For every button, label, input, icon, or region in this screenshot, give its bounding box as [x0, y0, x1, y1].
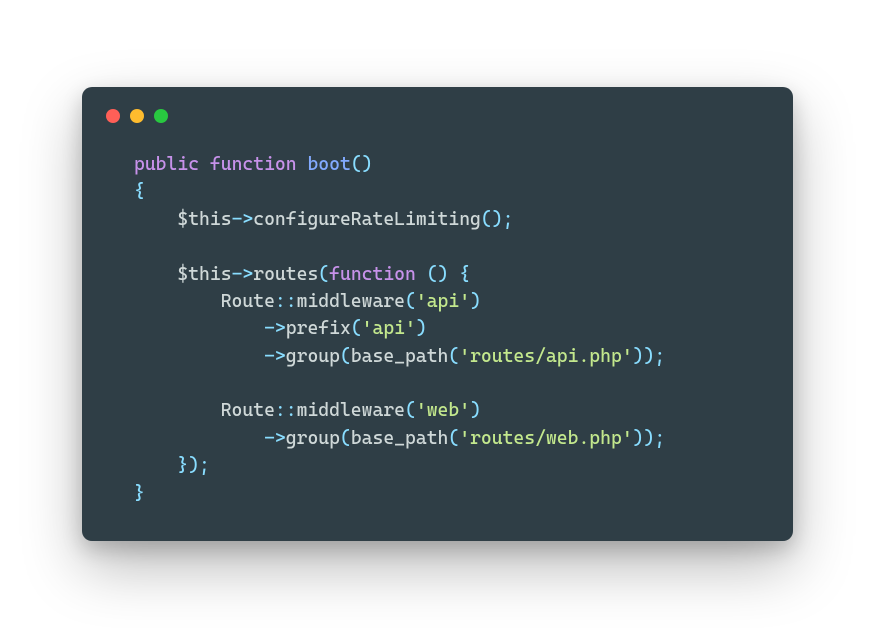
paren-close: ) [492, 209, 503, 230]
paren-open: ( [427, 264, 438, 285]
brace-close: } [134, 483, 145, 504]
close-icon[interactable] [106, 109, 120, 123]
arrow-op: -> [264, 346, 286, 367]
string-routes-api: routes/api.php [470, 346, 622, 367]
paren-open: ( [481, 209, 492, 230]
brace-open: { [134, 181, 145, 202]
paren-open: ( [340, 428, 351, 449]
semicolon: ; [503, 209, 514, 230]
arrow-op: -> [264, 318, 286, 339]
function-name: boot [307, 154, 350, 175]
keyword-function: function [210, 154, 297, 175]
paren-close: ) [416, 318, 427, 339]
this-var: $this [177, 264, 231, 285]
string-api: api [427, 291, 460, 312]
code-window: public function boot() { $this->configur… [82, 87, 793, 541]
string-api: api [373, 318, 406, 339]
string-routes-web: routes/web.php [470, 428, 622, 449]
arrow-op: -> [264, 428, 286, 449]
route-class: Route [221, 291, 275, 312]
method-group: group [286, 346, 340, 367]
method-middleware: middleware [297, 400, 405, 421]
paren-open: ( [351, 154, 362, 175]
quote: ' [416, 400, 427, 421]
string-web: web [427, 400, 460, 421]
paren-open: ( [405, 400, 416, 421]
paren-close: ) [470, 291, 481, 312]
paren-close: ) [644, 346, 655, 367]
method-configure: configureRateLimiting [253, 209, 481, 230]
minimize-icon[interactable] [130, 109, 144, 123]
paren-close: ) [438, 264, 449, 285]
this-var: $this [177, 209, 231, 230]
maximize-icon[interactable] [154, 109, 168, 123]
paren-close: ) [644, 428, 655, 449]
quote: ' [459, 346, 470, 367]
brace-open: { [459, 264, 470, 285]
paren-close: ) [362, 154, 373, 175]
quote: ' [362, 318, 373, 339]
dbl-colon: :: [275, 291, 297, 312]
fn-basepath: base_path [351, 346, 449, 367]
code-block: public function boot() { $this->configur… [110, 151, 765, 507]
quote: ' [459, 291, 470, 312]
keyword-public: public [134, 154, 199, 175]
semicolon: ; [654, 428, 665, 449]
paren-open: ( [448, 346, 459, 367]
paren-close: ) [633, 346, 644, 367]
arrow-op: -> [232, 209, 254, 230]
dbl-colon: :: [275, 400, 297, 421]
method-routes: routes [253, 264, 318, 285]
semicolon: ; [654, 346, 665, 367]
paren-open: ( [340, 346, 351, 367]
paren-open: ( [351, 318, 362, 339]
paren-close: ) [633, 428, 644, 449]
arrow-op: -> [232, 264, 254, 285]
quote: ' [459, 400, 470, 421]
quote: ' [622, 346, 633, 367]
close-routes: }) [177, 455, 199, 476]
paren-open: ( [318, 264, 329, 285]
method-middleware: middleware [297, 291, 405, 312]
quote: ' [622, 428, 633, 449]
window-controls [106, 109, 765, 123]
quote: ' [459, 428, 470, 449]
paren-open: ( [405, 291, 416, 312]
keyword-function: function [329, 264, 416, 285]
route-class: Route [221, 400, 275, 421]
method-prefix: prefix [286, 318, 351, 339]
paren-open: ( [448, 428, 459, 449]
semicolon: ; [199, 455, 210, 476]
fn-basepath: base_path [351, 428, 449, 449]
quote: ' [405, 318, 416, 339]
quote: ' [416, 291, 427, 312]
method-group: group [286, 428, 340, 449]
paren-close: ) [470, 400, 481, 421]
